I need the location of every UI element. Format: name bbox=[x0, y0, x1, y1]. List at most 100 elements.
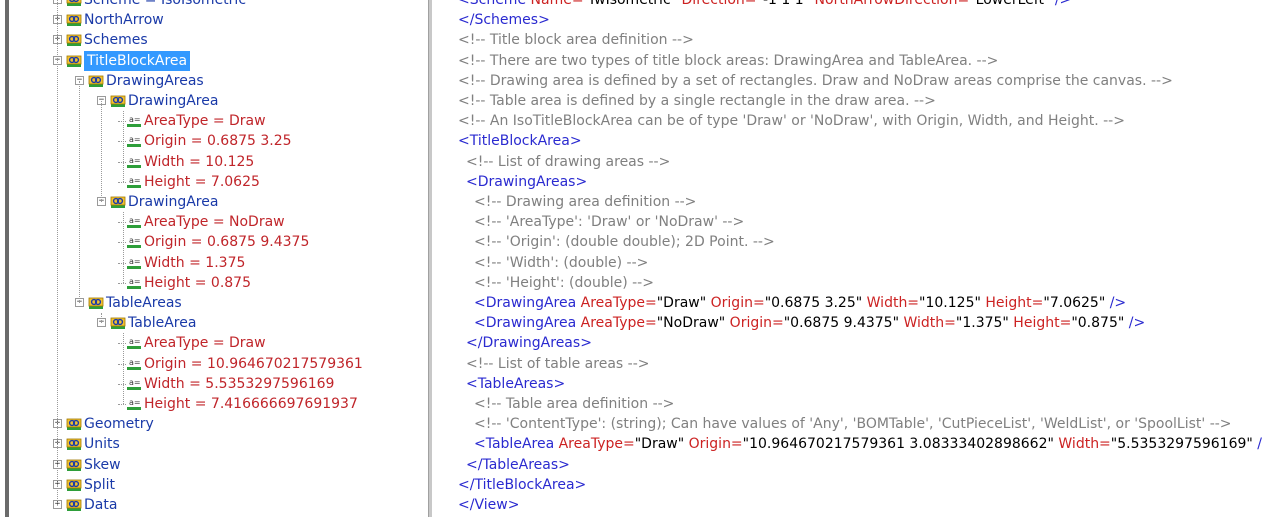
xml-line[interactable]: <!-- List of table areas --> bbox=[466, 354, 649, 374]
xml-token: <!-- Table area is defined by a single r… bbox=[458, 93, 936, 109]
xml-line[interactable]: <!-- Drawing area definition --> bbox=[474, 192, 696, 212]
xml-line[interactable]: </DrawingAreas> bbox=[466, 333, 592, 353]
attribute-node-icon: a= bbox=[126, 276, 142, 290]
tree-node[interactable]: − DrawingArea bbox=[10, 192, 428, 212]
xml-line[interactable]: <!-- 'AreaType': 'Draw' or 'NoDraw' --> bbox=[474, 212, 744, 232]
xml-token: "Draw" bbox=[634, 436, 685, 453]
tree-connector bbox=[118, 222, 126, 224]
object-node-icon bbox=[110, 195, 126, 209]
tree-node-label: Split bbox=[84, 476, 116, 493]
xml-token: > bbox=[580, 335, 592, 352]
xml-line[interactable]: </View> bbox=[458, 495, 519, 515]
tree-attribute[interactable]: a= Width = 10.125 bbox=[10, 152, 428, 172]
tree-node[interactable]: − DrawingAreas bbox=[10, 71, 428, 91]
xml-token: /> bbox=[1105, 295, 1127, 311]
xml-line[interactable]: <DrawingArea AreaType="Draw" Origin="0.6… bbox=[474, 293, 1126, 313]
xml-token: < bbox=[474, 295, 486, 311]
xml-line[interactable]: <!-- Table area is defined by a single r… bbox=[458, 91, 936, 111]
xml-line[interactable]: <TableAreas> bbox=[466, 374, 565, 394]
object-node-icon bbox=[66, 33, 82, 47]
tree-attribute[interactable]: a= AreaType = Draw bbox=[10, 111, 428, 131]
left-frame-strip bbox=[0, 0, 10, 517]
xml-line[interactable]: <DrawingArea AreaType="NoDraw" Origin="0… bbox=[474, 313, 1145, 333]
left-frame-bar bbox=[5, 0, 9, 517]
xml-line[interactable]: <!-- 'Width': (double) --> bbox=[474, 253, 648, 273]
attribute-node-icon: a= bbox=[126, 114, 142, 128]
tree-node[interactable]: + Skew bbox=[10, 455, 428, 475]
tree-attribute[interactable]: a= Width = 1.375 bbox=[10, 253, 428, 273]
tree-node[interactable]: − TableArea bbox=[10, 313, 428, 333]
xml-token: </ bbox=[458, 12, 475, 29]
object-node-icon bbox=[88, 74, 104, 88]
tree-node[interactable]: − DrawingArea bbox=[10, 91, 428, 111]
tree-connector bbox=[123, 111, 124, 182]
tree-node[interactable]: + Data bbox=[10, 495, 428, 515]
xml-line[interactable]: </Schemes> bbox=[458, 10, 550, 30]
xml-line[interactable]: <!-- 'Origin': (double double); 2D Point… bbox=[474, 232, 775, 252]
xml-token: </ bbox=[458, 497, 475, 513]
xml-token: Schemes bbox=[474, 12, 539, 29]
tree-attribute[interactable]: a= Origin = 0.6875 9.4375 bbox=[10, 232, 428, 252]
tree-connector bbox=[57, 0, 58, 505]
xml-line[interactable]: <!-- List of drawing areas --> bbox=[466, 152, 670, 172]
xml-line[interactable]: <!-- Title block area definition --> bbox=[458, 30, 694, 50]
xml-token: </ bbox=[466, 456, 483, 473]
xml-line[interactable]: <!-- 'ContentType': (string); Can have v… bbox=[474, 414, 1232, 434]
tree-node[interactable]: + Schemes bbox=[10, 30, 428, 50]
tree-node-label: Width = 5.5353297596169 bbox=[144, 375, 335, 392]
xml-source-panel[interactable]: <Scheme Name="IwIsometric" Direction="-1… bbox=[432, 0, 1262, 517]
tree-attribute[interactable]: a= Height = 7.416666697691937 bbox=[10, 394, 428, 414]
tree-node-label: Width = 1.375 bbox=[144, 254, 246, 271]
xml-token: /> bbox=[1050, 0, 1072, 8]
xml-line[interactable]: <!-- 'Height': (double) --> bbox=[474, 273, 654, 293]
xml-token: > bbox=[575, 173, 588, 190]
tree-attribute[interactable]: a= Width = 5.5353297596169 bbox=[10, 374, 428, 394]
tree-node[interactable]: + Units bbox=[10, 434, 428, 454]
xml-line[interactable]: <!-- An IsoTitleBlockArea can be of type… bbox=[458, 111, 1125, 131]
tree-attribute[interactable]: a= Height = 7.0625 bbox=[10, 172, 428, 192]
tree-node[interactable]: − TitleBlockArea bbox=[10, 50, 428, 71]
tree-node-label: Origin = 10.964670217579361 bbox=[144, 355, 363, 372]
object-tree-panel[interactable]: +Scheme = IsoIsometric+NorthArrow+Scheme… bbox=[10, 0, 428, 517]
xml-line[interactable]: </TitleBlockArea> bbox=[458, 475, 586, 495]
xml-token: AreaType= bbox=[576, 295, 657, 311]
svg-text:a=: a= bbox=[129, 277, 141, 286]
xml-line[interactable]: </TableAreas> bbox=[466, 455, 570, 475]
object-node-icon bbox=[66, 437, 82, 451]
tree-connector bbox=[123, 212, 124, 283]
xml-token: Height= bbox=[980, 295, 1044, 311]
svg-text:a=: a= bbox=[129, 236, 141, 245]
tree-attribute[interactable]: a= Origin = 0.6875 3.25 bbox=[10, 131, 428, 151]
xml-line[interactable]: <!-- Drawing area is defined by a set of… bbox=[458, 71, 1173, 91]
object-node-icon bbox=[66, 417, 82, 431]
xml-token: > bbox=[553, 375, 566, 392]
tree-node[interactable]: + NorthArrow bbox=[10, 10, 428, 30]
attribute-node-icon: a= bbox=[126, 256, 142, 270]
svg-text:a=: a= bbox=[129, 378, 141, 387]
xml-token: <!-- Table area definition --> bbox=[474, 396, 675, 412]
tree-attribute[interactable]: a= Height = 0.875 bbox=[10, 273, 428, 293]
object-node-icon bbox=[66, 0, 82, 7]
xml-line[interactable]: <TitleBlockArea> bbox=[458, 131, 582, 151]
xml-line[interactable]: <!-- There are two types of title block … bbox=[458, 51, 998, 71]
xml-token: > bbox=[569, 133, 582, 150]
tree-node[interactable]: +Scheme = IsoIsometric bbox=[10, 0, 428, 10]
tree-node[interactable]: + Split bbox=[10, 475, 428, 495]
xml-line[interactable]: <DrawingAreas> bbox=[466, 172, 587, 192]
xml-token: <!-- Drawing area is defined by a set of… bbox=[458, 72, 1173, 89]
tree-node[interactable]: − TableAreas bbox=[10, 293, 428, 313]
xml-line[interactable]: <TableArea AreaType="Draw" Origin="10.96… bbox=[474, 434, 1262, 454]
xml-line[interactable]: <!-- Table area definition --> bbox=[474, 394, 674, 414]
tree-attribute[interactable]: a= AreaType = NoDraw bbox=[10, 212, 428, 232]
tree-attribute[interactable]: a= AreaType = Draw bbox=[10, 333, 428, 353]
attribute-node-icon: a= bbox=[126, 397, 142, 411]
xml-line[interactable]: <Scheme Name="IwIsometric" Direction="-1… bbox=[458, 0, 1071, 10]
tree-attribute[interactable]: a= Origin = 10.964670217579361 bbox=[10, 354, 428, 374]
xml-token: "1.375" bbox=[955, 315, 1009, 332]
tree-node-label: Units bbox=[84, 436, 120, 453]
xml-token: <!-- 'AreaType': 'Draw' or 'NoDraw' --> bbox=[474, 214, 745, 231]
tree-node-label: TitleBlockArea bbox=[84, 50, 191, 71]
tree-node-label: Geometry bbox=[84, 416, 154, 433]
xml-token: <!-- Drawing area definition --> bbox=[474, 194, 697, 210]
tree-node[interactable]: + Geometry bbox=[10, 414, 428, 434]
